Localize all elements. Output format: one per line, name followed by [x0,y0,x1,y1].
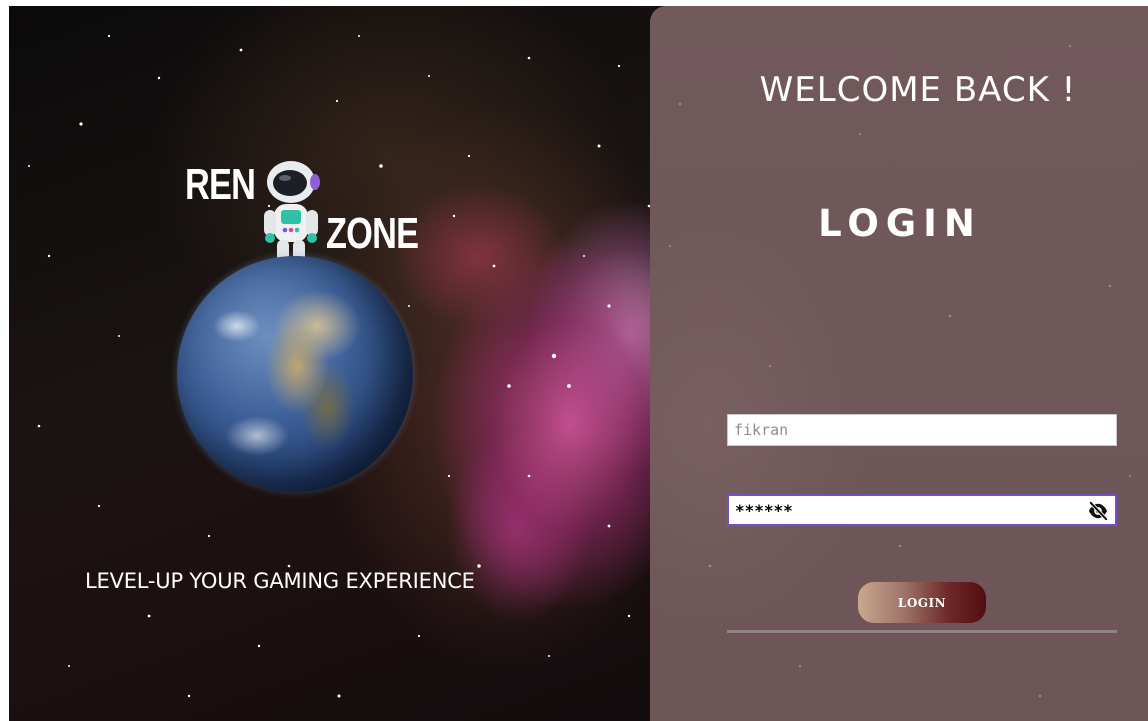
password-input[interactable] [729,496,1115,524]
login-panel: WELCOME BACK ! LOGIN LOGIN [650,6,1148,721]
username-input[interactable] [728,415,1116,445]
eye-off-icon[interactable] [1087,501,1109,521]
earth-globe [177,256,413,492]
password-field-wrapper [727,494,1117,526]
logo-word-ren: REN [185,160,256,209]
space-background: REN ZONE LEVEL-UP YOUR GAMING EXPERIENCE [9,6,669,721]
login-button[interactable]: LOGIN [858,582,986,623]
logo-word-zone: ZONE [326,209,419,258]
login-title: LOGIN [818,202,982,245]
divider-line [727,630,1117,633]
welcome-heading: WELCOME BACK ! [759,70,1077,110]
tagline: LEVEL-UP YOUR GAMING EXPERIENCE [85,569,475,593]
username-field-wrapper [727,414,1117,446]
